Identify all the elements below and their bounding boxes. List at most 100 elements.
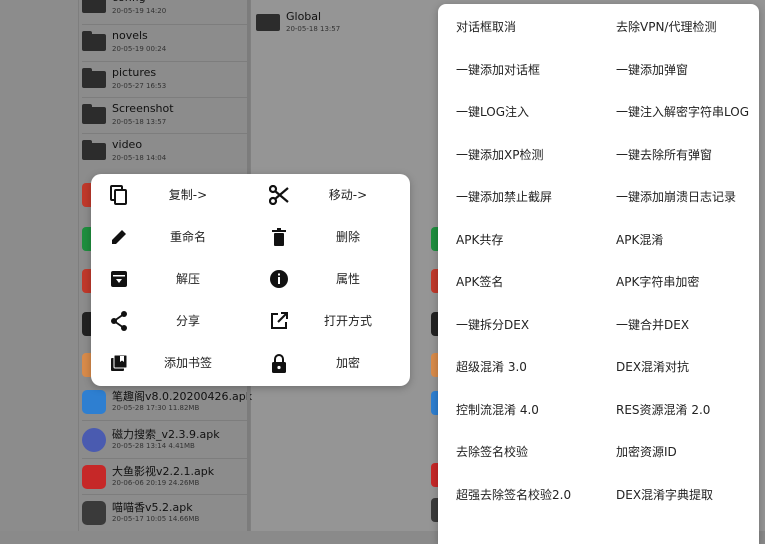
menu-item-label: 解压 — [175, 272, 200, 286]
menu-item-label: 分享 — [175, 314, 200, 328]
file-meta: 20-05-18 13:57 — [286, 25, 341, 33]
list-item[interactable]: pictures 20-05-27 16:53 — [82, 63, 252, 99]
trash-icon — [269, 227, 289, 247]
file-meta: 20-05-19 14:20 — [112, 7, 167, 15]
menu-item[interactable]: APK签名 — [456, 273, 503, 290]
open-external-icon — [269, 311, 289, 331]
divider — [82, 61, 250, 62]
share-icon — [109, 311, 129, 331]
file-meta: 20-05-18 14:04 — [112, 154, 167, 162]
menu-item[interactable]: 超级混淆 3.0 — [456, 358, 527, 375]
divider — [82, 24, 250, 25]
file-meta: 20-05-27 16:53 — [112, 82, 167, 90]
menu-item[interactable]: DEX混淆字典提取 — [616, 486, 713, 503]
folder-icon — [82, 140, 106, 160]
list-item[interactable]: video 20-05-18 14:04 — [82, 135, 252, 171]
list-item[interactable]: 磁力搜索_v2.3.9.apk 20-05-28 13:14 4.41MB — [82, 423, 252, 459]
list-item[interactable]: 笔趣阁v8.0.20200426.apk 20-05-28 17:30 11.8… — [82, 385, 252, 421]
menu-item-properties[interactable]: 属性 — [251, 258, 401, 300]
menu-item[interactable]: 一键添加禁止截屏 — [456, 188, 552, 205]
menu-item[interactable]: 一键添加弹窗 — [616, 61, 688, 78]
copy-icon — [109, 185, 129, 205]
menu-item[interactable]: APK混淆 — [616, 231, 663, 248]
pencil-icon — [109, 227, 129, 247]
archive-icon — [109, 269, 129, 289]
list-item[interactable]: novels 20-05-19 00:24 — [82, 26, 252, 62]
divider — [82, 494, 250, 495]
context-menu: 复制-> 移动-> 重命名 删除 解压 属性 分享 打开方式 添加书签 加密 — [91, 174, 410, 386]
menu-item-label: 属性 — [335, 272, 360, 286]
menu-item[interactable]: 一键LOG注入 — [456, 103, 529, 120]
menu-item[interactable]: 超强去除签名校验2.0 — [456, 486, 571, 503]
file-name: video — [112, 138, 143, 151]
app-icon — [82, 465, 106, 489]
file-name: novels — [112, 29, 148, 42]
file-name: Global — [286, 10, 322, 23]
menu-item[interactable]: 一键拆分DEX — [456, 316, 529, 333]
menu-item-move[interactable]: 移动-> — [251, 174, 401, 216]
menu-item[interactable]: APK共存 — [456, 231, 503, 248]
folder-icon — [82, 31, 106, 51]
list-item[interactable]: 大鱼影视v2.2.1.apk 20-06-06 20:19 24.26MB — [82, 460, 252, 496]
menu-item-label: 重命名 — [169, 230, 206, 244]
list-item[interactable]: Screenshot 20-05-18 13:57 — [82, 99, 252, 135]
app-icon — [82, 501, 106, 525]
menu-item[interactable]: 一键去除所有弹窗 — [616, 146, 712, 163]
menu-item-label: 添加书签 — [163, 356, 212, 370]
menu-item-delete[interactable]: 删除 — [251, 216, 401, 258]
menu-item[interactable]: 一键注入解密字符串LOG — [616, 103, 749, 120]
file-meta: 20-05-19 00:24 — [112, 45, 167, 53]
menu-item[interactable]: 去除VPN/代理检测 — [616, 18, 716, 35]
bookmark-icon — [109, 353, 129, 373]
menu-item[interactable]: DEX混淆对抗 — [616, 358, 689, 375]
menu-item-open-with[interactable]: 打开方式 — [251, 300, 401, 342]
divider — [82, 458, 250, 459]
menu-item-encrypt[interactable]: 加密 — [251, 342, 401, 384]
scissors-icon — [269, 185, 289, 205]
menu-item-label: 打开方式 — [323, 314, 372, 328]
menu-item-share[interactable]: 分享 — [91, 300, 241, 342]
file-name: 笔趣阁v8.0.20200426.apk — [112, 390, 253, 403]
menu-item[interactable]: 一键添加崩溃日志记录 — [616, 188, 736, 205]
menu-item-extract[interactable]: 解压 — [91, 258, 241, 300]
list-item[interactable]: Global 20-05-18 13:57 — [256, 6, 426, 42]
file-meta: 20-05-17 10:05 14.66MB — [112, 515, 200, 523]
divider — [82, 97, 250, 98]
menu-item-rename[interactable]: 重命名 — [91, 216, 241, 258]
menu-item[interactable]: 一键添加XP检测 — [456, 146, 543, 163]
menu-item[interactable]: APK字符串加密 — [616, 273, 699, 290]
menu-item[interactable]: RES资源混淆 2.0 — [616, 401, 710, 418]
divider — [82, 133, 250, 134]
menu-item-label: 加密 — [335, 356, 360, 370]
file-meta: 20-05-18 13:57 — [112, 118, 167, 126]
file-name: 磁力搜索_v2.3.9.apk — [112, 428, 220, 441]
menu-item-add-bookmark[interactable]: 添加书签 — [91, 342, 241, 384]
menu-item-label: 移动-> — [328, 188, 368, 202]
file-name: 大鱼影视v2.2.1.apk — [112, 465, 215, 478]
menu-item[interactable]: 去除签名校验 — [456, 443, 528, 460]
menu-item[interactable]: 对话框取消 — [456, 18, 516, 35]
divider — [82, 420, 250, 421]
folder-icon — [82, 0, 106, 13]
menu-item[interactable]: 一键合并DEX — [616, 316, 689, 333]
list-item[interactable]: 喵喵香v5.2.apk 20-05-17 10:05 14.66MB — [82, 496, 252, 532]
app-icon — [82, 428, 106, 452]
folder-icon — [82, 68, 106, 88]
file-name: Screenshot — [112, 102, 174, 115]
folder-icon — [256, 14, 280, 31]
file-meta: 20-05-28 17:30 11.82MB — [112, 404, 200, 412]
file-name: 喵喵香v5.2.apk — [112, 501, 193, 514]
menu-item[interactable]: 加密资源ID — [616, 443, 677, 460]
menu-item-copy[interactable]: 复制-> — [91, 174, 241, 216]
list-item[interactable]: config 20-05-19 14:20 — [82, 0, 252, 24]
lock-icon — [269, 353, 289, 373]
file-meta: 20-05-28 13:14 4.41MB — [112, 442, 195, 450]
file-name: pictures — [112, 66, 157, 79]
menu-item[interactable]: 一键添加对话框 — [456, 61, 540, 78]
folder-icon — [82, 104, 106, 124]
app-icon — [82, 390, 106, 414]
function-menu: 对话框取消 去除VPN/代理检测 一键添加对话框 一键添加弹窗 一键LOG注入 … — [438, 4, 759, 544]
file-meta: 20-06-06 20:19 24.26MB — [112, 479, 200, 487]
menu-item[interactable]: 控制流混淆 4.0 — [456, 401, 539, 418]
menu-item-label: 复制-> — [168, 188, 208, 202]
